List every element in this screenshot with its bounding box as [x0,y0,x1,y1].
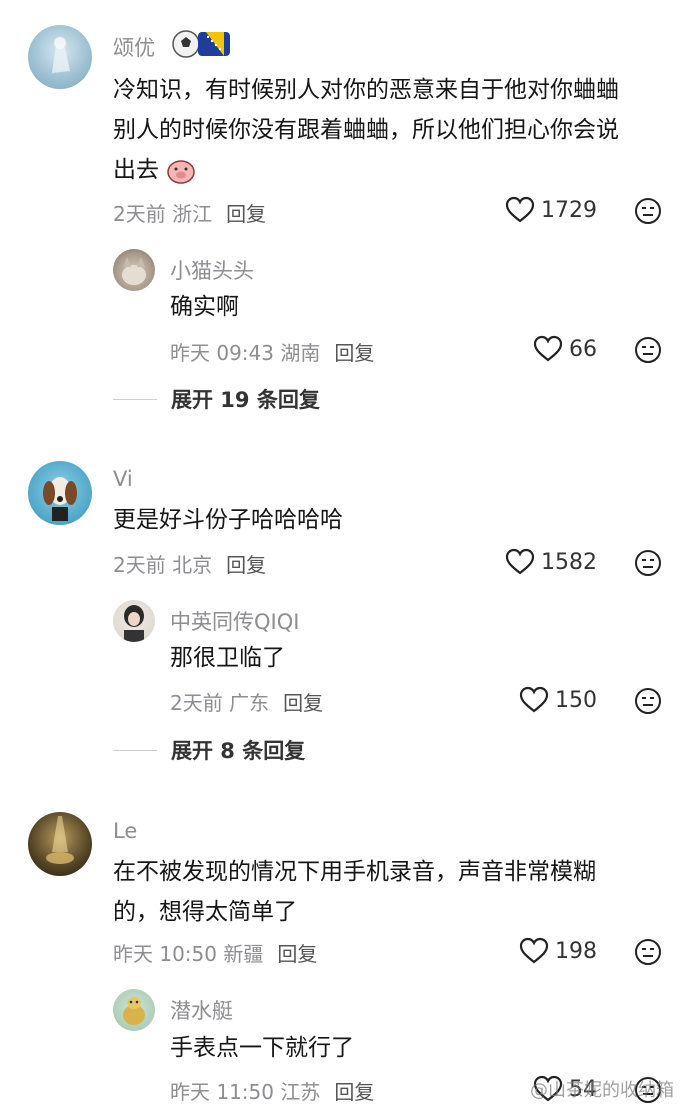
expand-replies-button[interactable]: 展开 8 条回复 [113,735,305,765]
like-count: 66 [569,336,597,362]
meh-face-icon [635,550,661,576]
username[interactable]: Le [113,819,137,843]
reply-button[interactable]: 回复 [283,691,323,715]
comment-meta: 2天前 浙江 回复 [113,198,266,227]
pig-emoji-icon [166,157,196,185]
time-location: 2天前 浙江 [113,202,213,226]
avatar[interactable] [113,249,155,291]
time-location: 2天前 北京 [113,553,213,577]
heart-outline-icon [519,686,549,713]
heart-outline-icon [519,937,549,964]
like-count: 150 [555,687,597,713]
reply-text: 确实啊 [170,294,239,320]
like-count: 1729 [541,197,597,223]
time-location: 昨天 11:50 江苏 [170,1080,321,1104]
comment-text: 更是好斗份子哈哈哈哈 [113,500,673,540]
comment-line: 在不被发现的情况下用手机录音，声音非常模糊 [113,859,596,885]
heart-outline-icon [505,548,535,575]
time-location: 2天前 广东 [170,691,270,715]
dislike-button[interactable] [634,549,662,577]
avatar[interactable] [28,812,92,876]
watermark: @山茶妮的收纳箱 [530,1080,674,1101]
avatar[interactable] [28,461,92,525]
reply-button[interactable]: 回复 [226,553,266,577]
like-button[interactable]: 150 [519,686,597,714]
comment-line: 的，想得太简单了 [113,899,297,925]
comment-line: 更是好斗份子哈哈哈哈 [113,507,343,533]
reply-meta: 昨天 09:43 湖南 回复 [170,337,374,366]
like-count: 198 [555,938,597,964]
like-count: 1582 [541,549,597,575]
comment-line: 冷知识，有时候别人对你的恶意来自于他对你蛐蛐 [113,77,619,103]
reply-button[interactable]: 回复 [334,341,374,365]
comment-text: 冷知识，有时候别人对你的恶意来自于他对你蛐蛐 别人的时候你没有跟着蛐蛐，所以他们… [113,70,673,190]
comment-line: 出去 [113,150,673,190]
meh-face-icon [635,688,661,714]
comment-line: 别人的时候你没有跟着蛐蛐，所以他们担心你会说 [113,117,619,143]
comment-meta: 昨天 10:50 新疆 回复 [113,938,317,967]
like-button[interactable]: 1729 [505,196,597,224]
reply-button[interactable]: 回复 [334,1080,374,1104]
reply-text: 手表点一下就行了 [170,1035,354,1061]
meh-face-icon [635,939,661,965]
dislike-button[interactable] [634,336,662,364]
expand-label: 展开 8 条回复 [171,739,306,763]
heart-outline-icon [533,335,563,362]
divider-line [113,749,157,751]
heart-outline-icon [505,196,535,223]
expand-label: 展开 19 条回复 [171,388,320,412]
reply-meta: 昨天 11:50 江苏 回复 [170,1076,374,1105]
meh-face-icon [635,198,661,224]
reply-text: 那很卫临了 [170,645,285,671]
divider-line [113,398,157,400]
reply-button[interactable]: 回复 [226,202,266,226]
username[interactable]: 中英同传QIQI [170,606,299,636]
comment-text: 在不被发现的情况下用手机录音，声音非常模糊 的，想得太简单了 [113,852,673,932]
avatar[interactable] [113,989,155,1031]
username[interactable]: 小猫头头 [170,255,254,285]
comment-meta: 2天前 北京 回复 [113,549,266,578]
like-button[interactable]: 198 [519,937,597,965]
time-location: 昨天 09:43 湖南 [170,341,321,365]
expand-replies-button[interactable]: 展开 19 条回复 [113,384,320,414]
dislike-button[interactable] [634,687,662,715]
dislike-button[interactable] [634,197,662,225]
time-location: 昨天 10:50 新疆 [113,942,264,966]
username[interactable]: Vi [113,467,133,491]
username[interactable]: 潜水艇 [170,995,233,1025]
reply-button[interactable]: 回复 [277,942,317,966]
avatar[interactable] [28,25,92,89]
avatar[interactable] [113,600,155,642]
reply-meta: 2天前 广东 回复 [170,687,323,716]
meh-face-icon [635,337,661,363]
football-flag-badge [170,28,232,64]
dislike-button[interactable] [634,938,662,966]
like-button[interactable]: 1582 [505,548,597,576]
like-button[interactable]: 66 [533,335,597,363]
username[interactable]: 颂优 [113,32,155,62]
